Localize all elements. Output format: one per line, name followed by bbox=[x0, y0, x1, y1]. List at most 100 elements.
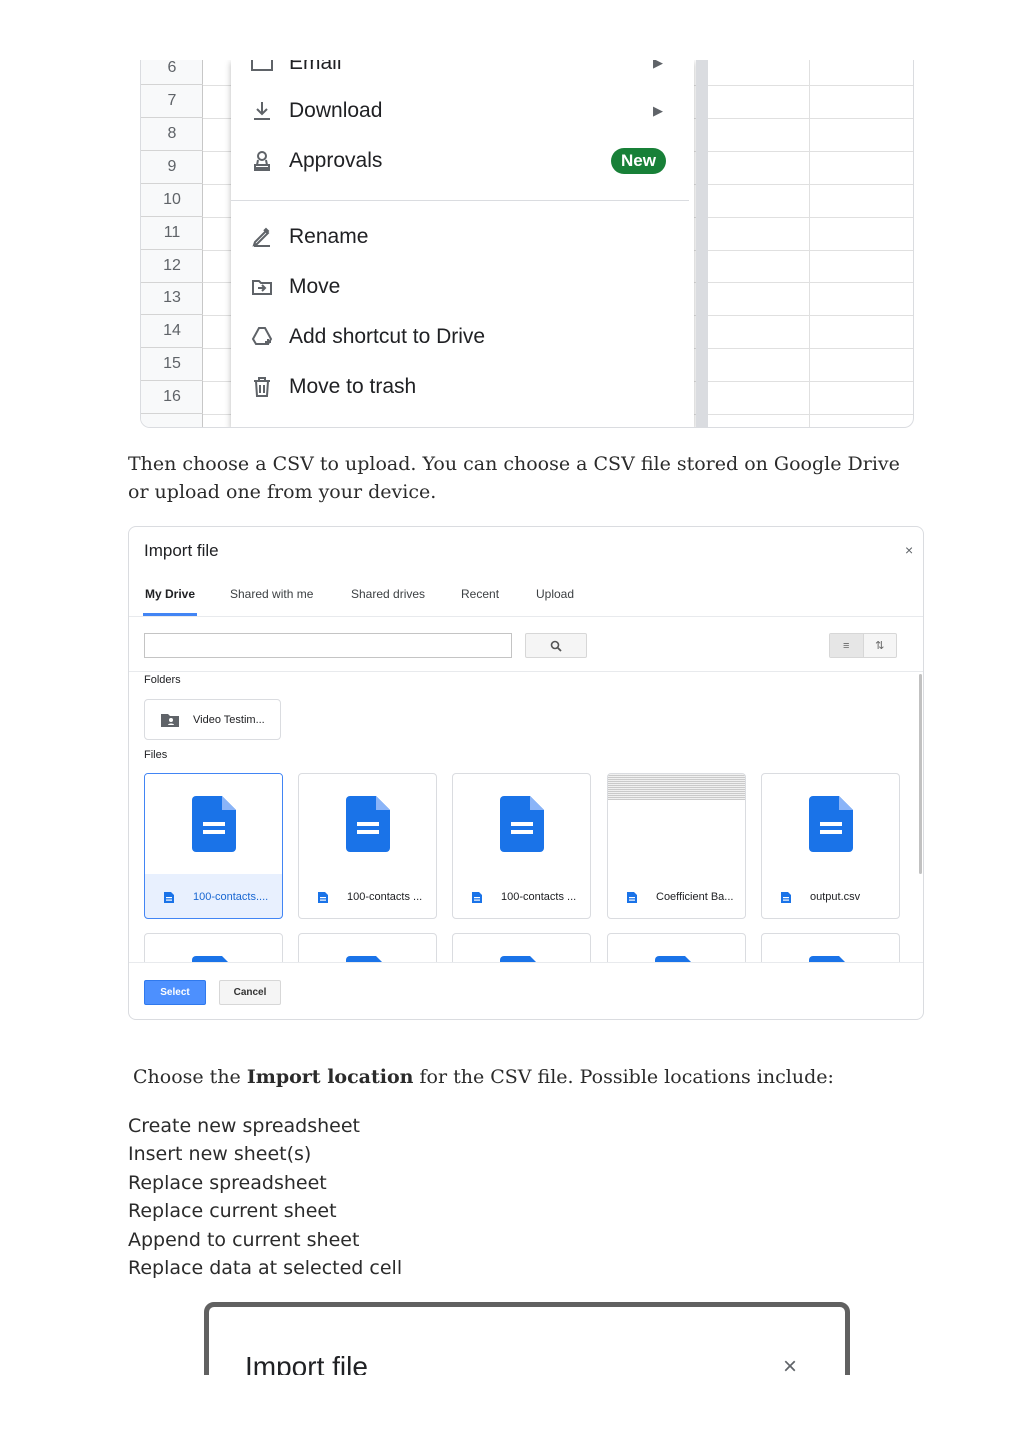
list-item: Insert new sheet(s) bbox=[128, 1143, 312, 1166]
file-item[interactable]: output.csv bbox=[761, 773, 900, 919]
file-thumbnail bbox=[453, 934, 590, 962]
row-number[interactable]: 7 bbox=[141, 85, 203, 118]
document-preview bbox=[608, 774, 745, 800]
file-caption: 100-contacts ... bbox=[453, 874, 590, 918]
rename-icon bbox=[249, 224, 275, 250]
file-thumbnail bbox=[145, 774, 282, 874]
cancel-button[interactable]: Cancel bbox=[219, 980, 281, 1005]
menu-item-approvals[interactable]: Approvals New bbox=[231, 138, 694, 184]
menu-scrollbar[interactable] bbox=[696, 60, 708, 427]
file-item[interactable] bbox=[607, 933, 746, 962]
close-icon[interactable]: × bbox=[783, 1353, 797, 1375]
menu-item-label: Move bbox=[289, 275, 341, 298]
menu-item-label: Download bbox=[289, 99, 383, 122]
file-name: 100-contacts ... bbox=[501, 891, 577, 903]
menu-item-label: Rename bbox=[289, 225, 369, 248]
row-number[interactable]: 13 bbox=[141, 282, 203, 315]
file-name: 100-contacts.... bbox=[193, 891, 269, 903]
dialog-footer: Select Cancel bbox=[129, 962, 923, 1019]
source-tabs: My Drive Shared with me Shared drives Re… bbox=[129, 579, 923, 617]
new-badge: New bbox=[611, 148, 666, 174]
file-item[interactable]: Coefficient Ba... bbox=[607, 773, 746, 919]
tab-shared-drives[interactable]: Shared drives bbox=[351, 587, 425, 601]
import-file-dialog: Import file × My Drive Shared with me Sh… bbox=[128, 526, 924, 1020]
import-dialog-screenshot-2: Import file × bbox=[204, 1302, 850, 1375]
file-item[interactable] bbox=[144, 933, 283, 962]
select-button[interactable]: Select bbox=[144, 980, 206, 1005]
doc-small-icon bbox=[318, 892, 328, 903]
folder-item[interactable]: Video Testim... bbox=[144, 699, 281, 740]
row-number[interactable]: 10 bbox=[141, 184, 203, 217]
row-number[interactable]: 14 bbox=[141, 315, 203, 348]
menu-item-email[interactable]: Email ▶ bbox=[231, 60, 694, 86]
tab-my-drive[interactable]: My Drive bbox=[145, 587, 195, 601]
file-thumbnail bbox=[299, 934, 436, 962]
search-button[interactable] bbox=[525, 633, 587, 658]
row-number[interactable]: 15 bbox=[141, 348, 203, 381]
menu-item-add-shortcut[interactable]: Add shortcut to Drive bbox=[231, 314, 694, 360]
file-caption: Coefficient Ba... bbox=[608, 874, 745, 918]
doc-icon bbox=[499, 796, 544, 852]
import-location-list: Create new spreadsheet Insert new sheet(… bbox=[128, 1112, 402, 1282]
list-item: Replace data at selected cell bbox=[128, 1256, 403, 1279]
submenu-arrow-icon: ▶ bbox=[653, 60, 663, 70]
menu-divider bbox=[231, 200, 689, 201]
files-label: Files bbox=[144, 749, 168, 761]
scrollbar[interactable] bbox=[919, 674, 922, 874]
doc-small-icon bbox=[627, 892, 637, 903]
file-name: 100-contacts ... bbox=[347, 891, 423, 903]
menu-item-label: Add shortcut to Drive bbox=[289, 325, 486, 348]
trash-icon bbox=[249, 374, 275, 400]
menu-item-download[interactable]: Download ▶ bbox=[231, 88, 694, 134]
doc-small-icon bbox=[472, 892, 482, 903]
list-item: Replace current sheet bbox=[128, 1200, 337, 1223]
email-icon bbox=[249, 60, 275, 76]
file-item[interactable]: 100-contacts.... bbox=[144, 773, 283, 919]
menu-item-rename[interactable]: Rename bbox=[231, 214, 694, 260]
list-item: Create new spreadsheet bbox=[128, 1115, 360, 1137]
import-location-paragraph: Choose the Import location for the CSV f… bbox=[133, 1063, 913, 1091]
list-view-icon[interactable]: ≡ bbox=[830, 634, 864, 657]
file-name: Coefficient Ba... bbox=[656, 891, 734, 903]
row-number[interactable]: 16 bbox=[141, 381, 203, 414]
view-toggle: ≡ ⇅ bbox=[829, 633, 897, 658]
sheet-menu-screenshot: 6 7 8 9 10 11 12 13 14 15 16 Email ▶ Dow… bbox=[140, 60, 914, 428]
menu-item-move-to-trash[interactable]: Move to trash bbox=[231, 364, 694, 410]
row-number[interactable]: 8 bbox=[141, 118, 203, 151]
file-item[interactable] bbox=[452, 933, 591, 962]
add-shortcut-icon bbox=[249, 324, 275, 350]
active-tab-indicator bbox=[143, 613, 197, 616]
close-icon[interactable]: × bbox=[905, 542, 913, 558]
row-number[interactable]: 9 bbox=[141, 151, 203, 184]
tab-recent[interactable]: Recent bbox=[461, 587, 499, 601]
file-caption: output.csv bbox=[762, 874, 899, 918]
file-thumbnail bbox=[762, 774, 899, 874]
doc-small-icon bbox=[164, 892, 174, 903]
doc-icon bbox=[191, 796, 236, 852]
list-item: Replace spreadsheet bbox=[128, 1171, 327, 1194]
row-number[interactable]: 12 bbox=[141, 250, 203, 283]
file-item[interactable]: 100-contacts ... bbox=[452, 773, 591, 919]
folder-name: Video Testim... bbox=[193, 713, 265, 726]
import-location-term: Import location bbox=[246, 1066, 414, 1088]
search-input[interactable] bbox=[144, 633, 512, 658]
file-thumbnail bbox=[608, 774, 745, 874]
doc-icon bbox=[808, 796, 853, 852]
file-item[interactable]: 100-contacts ... bbox=[298, 773, 437, 919]
paragraph-text: Choose the bbox=[133, 1066, 247, 1088]
row-number[interactable]: 6 bbox=[141, 60, 203, 85]
menu-item-move[interactable]: Move bbox=[231, 264, 694, 310]
move-icon bbox=[249, 274, 275, 300]
sort-icon[interactable]: ⇅ bbox=[864, 634, 897, 657]
menu-item-label: Move to trash bbox=[289, 375, 417, 398]
row-number[interactable]: 11 bbox=[141, 217, 203, 250]
instruction-paragraph: Then choose a CSV to upload. You can cho… bbox=[128, 453, 900, 503]
file-item[interactable] bbox=[298, 933, 437, 962]
file-item[interactable] bbox=[761, 933, 900, 962]
tab-shared-with-me[interactable]: Shared with me bbox=[230, 587, 313, 601]
row-number-column: 6 7 8 9 10 11 12 13 14 15 16 bbox=[141, 60, 203, 427]
file-menu: Email ▶ Download ▶ Approvals New Rename bbox=[231, 60, 694, 427]
download-icon bbox=[249, 98, 275, 124]
tab-upload[interactable]: Upload bbox=[536, 587, 574, 601]
file-caption: 100-contacts.... bbox=[145, 874, 282, 918]
